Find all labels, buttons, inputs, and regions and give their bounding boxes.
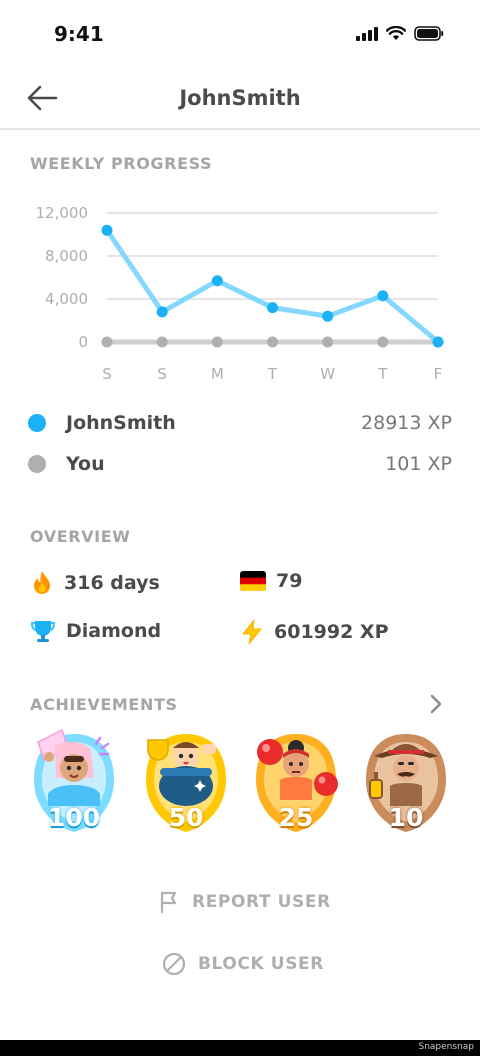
legend-xp: 28913 XP — [361, 412, 452, 434]
data-point — [322, 310, 334, 322]
legend-name: You — [66, 453, 105, 475]
block-user-label: BLOCK USER — [198, 954, 324, 974]
badge-level: 100 — [47, 803, 101, 832]
y-tick-label: 0 — [78, 333, 88, 351]
badge-level: 50 — [168, 803, 204, 832]
series-line — [104, 227, 441, 345]
streak-stat: 316 days — [30, 570, 160, 596]
chevron-right-icon — [430, 694, 442, 714]
flag-icon — [160, 891, 177, 914]
achievement-badge-explorer[interactable]: 10 — [360, 728, 452, 836]
y-tick-label: 12,000 — [36, 204, 89, 222]
data-point — [432, 336, 444, 348]
data-point — [267, 336, 278, 348]
legend-dot — [28, 455, 46, 473]
legend-row-johnsmith: JohnSmith 28913 XP — [28, 406, 452, 440]
data-point — [267, 302, 278, 314]
status-time: 9:41 — [54, 22, 104, 46]
achievement-badge-champion[interactable]: 50 — [140, 728, 232, 836]
y-tick-label: 4,000 — [45, 290, 88, 308]
report-user-button[interactable]: REPORT USER — [158, 890, 331, 914]
badge-level: 25 — [278, 803, 314, 832]
watermark: Snapensnap — [418, 1042, 474, 1052]
achievement-badge-boxer[interactable]: 25 — [250, 728, 342, 836]
data-point — [377, 336, 389, 348]
legend-dot — [28, 414, 46, 432]
data-point — [377, 290, 389, 302]
league-rank-stat: 79 — [240, 570, 302, 592]
data-point — [101, 224, 113, 236]
battery-icon — [414, 26, 444, 41]
x-tick-label: S — [157, 365, 167, 383]
league-value: Diamond — [66, 620, 162, 642]
weekly-progress-title: WEEKLY PROGRESS — [30, 154, 213, 173]
status-icons — [356, 26, 444, 41]
x-tick-label: M — [211, 365, 224, 383]
badge-level: 10 — [388, 803, 424, 832]
germany-flag-icon — [240, 571, 266, 591]
x-tick-label: F — [434, 365, 443, 383]
y-tick-label: 8,000 — [45, 247, 88, 265]
weekly-progress-chart: 12,0008,0004,0000S S M T W T F — [36, 204, 444, 383]
achievement-badge-wordsmith[interactable]: 100 — [28, 728, 120, 836]
data-point — [211, 275, 223, 287]
total-xp-value: 601992 XP — [274, 621, 389, 643]
page-title: JohnSmith — [179, 86, 301, 110]
achievements-title: ACHIEVEMENTS — [30, 695, 178, 714]
league-rank-value: 79 — [276, 570, 303, 592]
data-point — [101, 336, 113, 348]
lightning-icon — [242, 619, 262, 645]
x-tick-label: S — [102, 365, 112, 383]
streak-value: 316 days — [64, 572, 160, 594]
x-tick-label: T — [267, 365, 278, 383]
legend-xp: 101 XP — [385, 453, 452, 475]
flame-icon — [34, 571, 50, 594]
data-point — [322, 336, 334, 348]
legend-name: JohnSmith — [66, 412, 176, 434]
report-user-label: REPORT USER — [192, 892, 331, 912]
status-bar: 9:41 — [0, 0, 480, 70]
data-point — [156, 306, 168, 318]
achievements-more-button[interactable] — [426, 692, 446, 720]
wifi-icon — [386, 26, 406, 40]
data-point — [211, 336, 223, 348]
block-icon — [162, 952, 186, 976]
legend-row-you: You 101 XP — [28, 447, 452, 481]
header: JohnSmith — [0, 70, 480, 130]
overview-title: OVERVIEW — [30, 527, 131, 546]
signal-icon — [356, 26, 378, 41]
block-user-button[interactable]: BLOCK USER — [162, 952, 324, 976]
trophy-icon — [30, 621, 56, 642]
total-xp-stat: 601992 XP — [240, 619, 389, 645]
x-tick-label: T — [377, 365, 388, 383]
footer-bar: Snapensnap — [0, 1040, 480, 1056]
league-stat: Diamond — [30, 619, 161, 643]
data-point — [156, 336, 168, 348]
x-tick-label: W — [320, 365, 335, 383]
